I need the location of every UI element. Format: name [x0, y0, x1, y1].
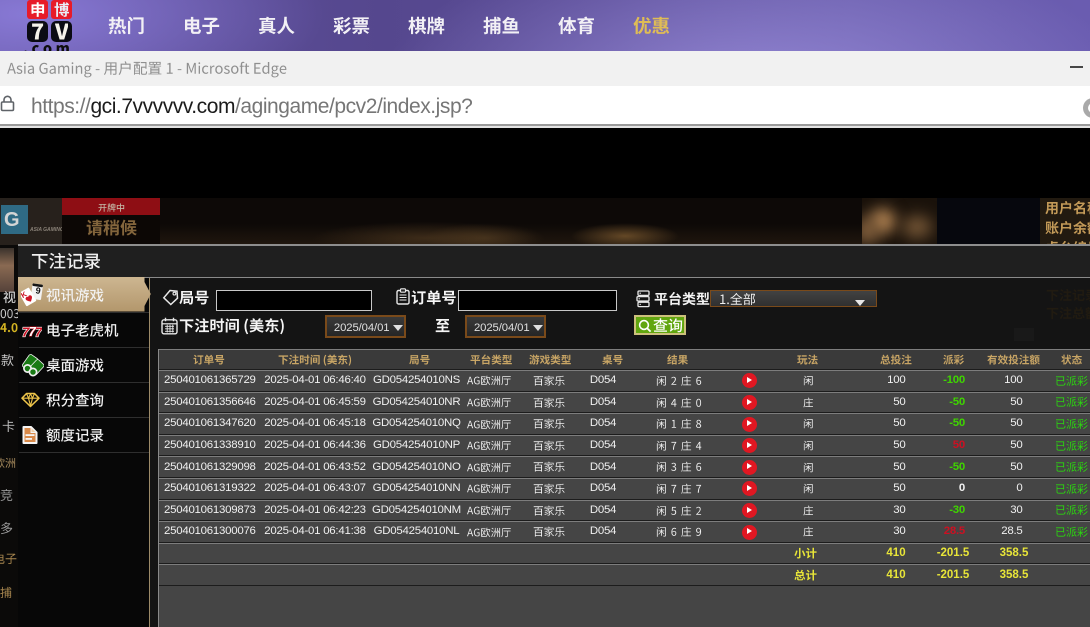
svg-text:7: 7 — [29, 323, 37, 338]
svg-text:7: 7 — [35, 324, 42, 339]
